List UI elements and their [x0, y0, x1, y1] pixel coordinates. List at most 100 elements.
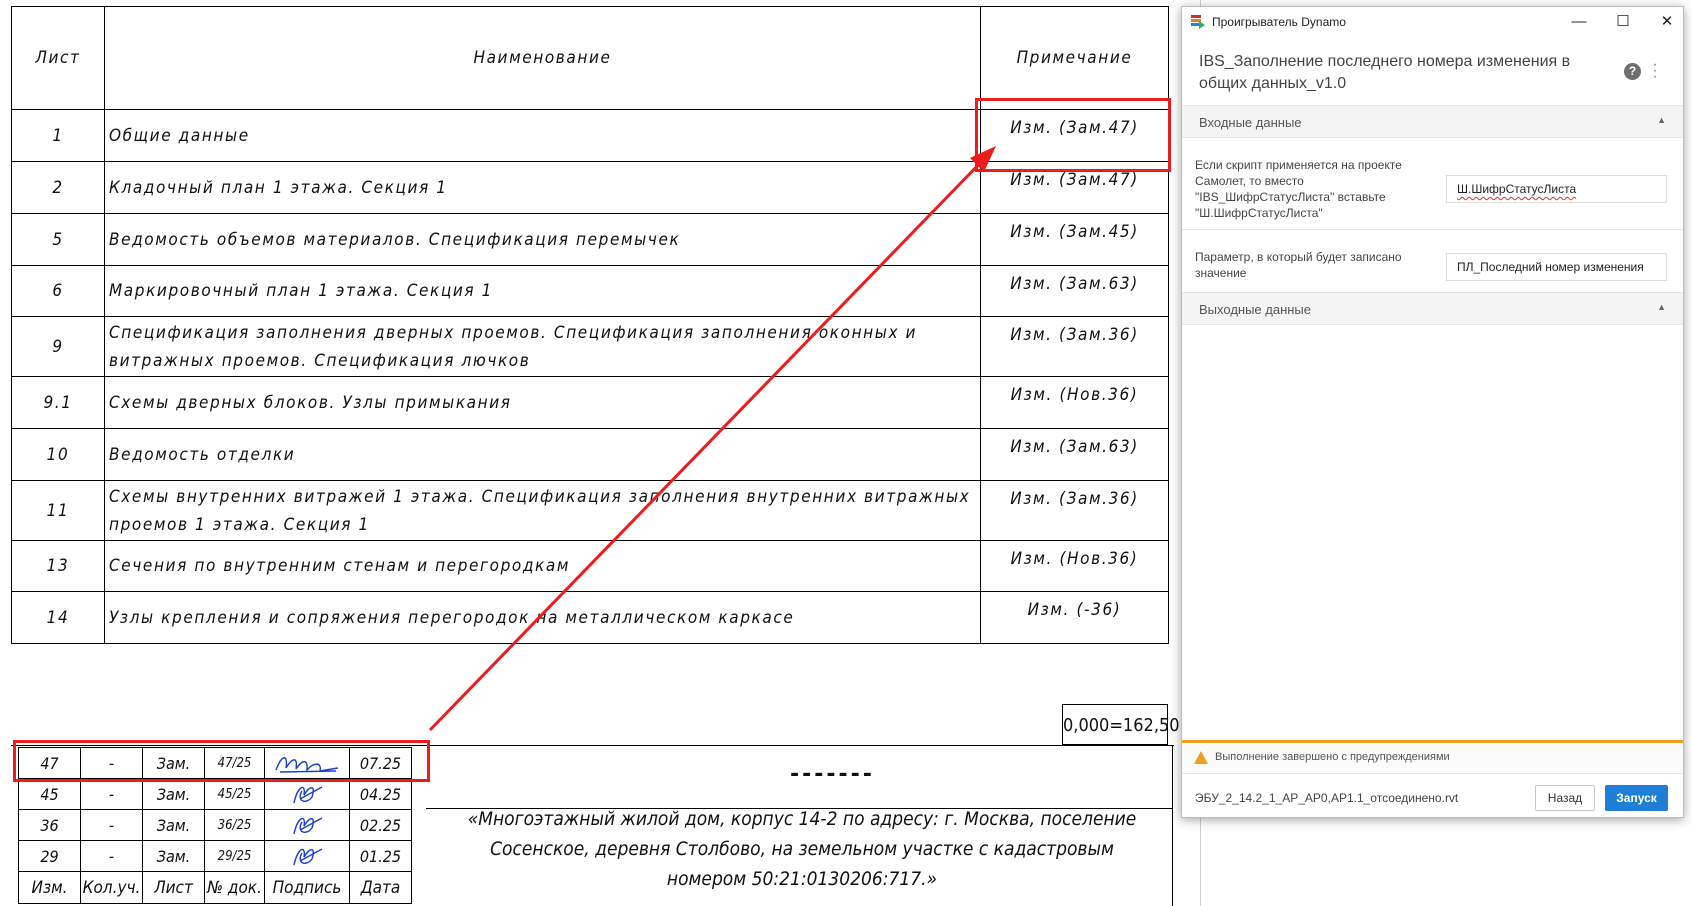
revision-header-list: Лист: [142, 871, 205, 904]
run-button[interactable]: Запуск: [1605, 785, 1668, 811]
revision-header-kol: Кол.уч.: [80, 871, 143, 904]
revision-row: 29 - Зам. 29/25 01.25: [18, 840, 412, 872]
sheet-note: Изм. (Зам.63): [980, 428, 1169, 481]
maximize-icon[interactable]: ☐: [1601, 9, 1645, 35]
outputs-section-header[interactable]: Выходные данные ▲: [1182, 292, 1683, 325]
sheet-name: Ведомость объемов материалов. Спецификац…: [104, 213, 981, 266]
collapse-caret-icon: ▲: [1657, 115, 1666, 125]
table-row: 9.1 Схемы дверных блоков. Узлы примыкани…: [11, 376, 1169, 429]
sheet-note: Изм. (-36): [980, 591, 1169, 644]
revision-header-row: Изм. Кол.уч. Лист № док. Подпись Дата: [18, 871, 412, 904]
revision-list: Зам.: [142, 840, 205, 872]
sheet-name: Ведомость отделки: [104, 428, 981, 481]
sheet-number: 5: [11, 213, 105, 266]
sheet-name: Спецификация заполнения дверных проемов.…: [104, 316, 981, 377]
player-footer: ЭБУ_2_14.2_1_АР_АР0,АР1.1_отсоединено.rv…: [1182, 773, 1683, 818]
inputs-section-header[interactable]: Входные данные ▲: [1182, 105, 1683, 138]
revision-header-sign: Подпись: [264, 871, 350, 904]
sheet-name: Схемы дверных блоков. Узлы примыкания: [104, 376, 981, 429]
title-dashes: -------: [790, 762, 875, 787]
param-input[interactable]: Ш.ШифрСтатусЛиста: [1446, 175, 1667, 203]
revision-signature: [264, 809, 350, 841]
revision-header-izm: Изм.: [18, 871, 81, 904]
sheet-number: 10: [11, 428, 105, 481]
param-label: Если скрипт применяется на проекте Самол…: [1195, 158, 1402, 220]
sheet-name: Сечения по внутренним стенам и перегород…: [104, 540, 981, 592]
table-row: 2 Кладочный план 1 этажа. Секция 1 Изм. …: [11, 161, 1169, 214]
revision-doc: 29/25: [204, 840, 265, 872]
revision-date: 07.25: [349, 747, 412, 779]
sheet-number: 6: [11, 265, 105, 317]
revision-date: 02.25: [349, 809, 412, 841]
sheet-number: 14: [11, 591, 105, 644]
revision-izm: 29: [18, 840, 81, 872]
drawing-canvas: Лист Наименование Примечание 1 Общие дан…: [0, 0, 1200, 906]
sheet-name: Кладочный план 1 этажа. Секция 1: [104, 161, 981, 214]
revision-doc: 36/25: [204, 809, 265, 841]
revision-signature: [264, 778, 350, 810]
param-separator: [1182, 229, 1683, 230]
file-name: ЭБУ_2_14.2_1_АР_АР0,АР1.1_отсоединено.rv…: [1195, 791, 1459, 805]
titlebar: Проигрыватель Dynamo — ☐ ✕: [1182, 7, 1683, 37]
signature-image: [293, 786, 323, 804]
sheet-note: Изм. (Нов.36): [980, 376, 1169, 429]
revision-list: Зам.: [142, 747, 205, 779]
kebab-menu-icon[interactable]: · · ·: [1652, 57, 1658, 85]
table-row: 1 Общие данные Изм. (Зам.47): [11, 109, 1169, 162]
revision-header-date: Дата: [349, 871, 412, 904]
minimize-icon[interactable]: —: [1557, 9, 1601, 35]
header-note: Примечание: [980, 6, 1169, 110]
sheet-note: Изм. (Зам.63): [980, 265, 1169, 317]
scale-label: 0,000=162,50: [1062, 704, 1180, 745]
sheet-note: Изм. (Зам.36): [980, 480, 1169, 541]
revision-izm: 36: [18, 809, 81, 841]
param-input[interactable]: ПЛ_Последний номер изменения: [1446, 253, 1667, 281]
sheet-number: 2: [11, 161, 105, 214]
sheet-number: 9: [11, 316, 105, 377]
table-row: 5 Ведомость объемов материалов. Специфик…: [11, 213, 1169, 266]
revision-kol: -: [80, 809, 143, 841]
table-row: 6 Маркировочный план 1 этажа. Секция 1 И…: [11, 265, 1169, 317]
revision-row: 36 - Зам. 36/25 02.25: [18, 809, 412, 841]
revision-doc: 45/25: [204, 778, 265, 810]
sheet-number: 1: [11, 109, 105, 162]
script-title: IBS_Заполнение последнего номера изменен…: [1199, 53, 1571, 92]
revision-signature: [264, 840, 350, 872]
revision-kol: -: [80, 840, 143, 872]
header-name: Наименование: [104, 6, 981, 110]
collapse-caret-icon: ▲: [1657, 302, 1666, 312]
sheet-list-table: Лист Наименование Примечание 1 Общие дан…: [11, 6, 1169, 644]
revision-kol: -: [80, 747, 143, 779]
table-row: 14 Узлы крепления и сопряжения перегород…: [11, 591, 1169, 644]
sheet-note: Изм. (Зам.47): [980, 109, 1169, 162]
sheet-list-header: Лист Наименование Примечание: [11, 6, 1169, 110]
dynamo-player-window: Проигрыватель Dynamo — ☐ ✕ IBS_Заполнени…: [1181, 6, 1684, 818]
revision-table: 47 - Зам. 47/25 07.25 45 - Зам. 45/25 04…: [18, 747, 412, 904]
table-row: 13 Сечения по внутренним стенам и перего…: [11, 540, 1169, 592]
revision-date: 01.25: [349, 840, 412, 872]
revision-header-doc: № док.: [204, 871, 265, 904]
window-title: Проигрыватель Dynamo: [1212, 15, 1346, 29]
revision-signature: [264, 747, 350, 779]
table-row: 10 Ведомость отделки Изм. (Зам.63): [11, 428, 1169, 481]
signature-image: [275, 757, 339, 773]
dynamo-app-icon: [1191, 15, 1205, 29]
revision-izm: 45: [18, 778, 81, 810]
revision-doc: 47/25: [204, 747, 265, 779]
sheet-note: Изм. (Зам.47): [980, 161, 1169, 214]
sheet-number: 13: [11, 540, 105, 592]
revision-list: Зам.: [142, 809, 205, 841]
outputs-section-label: Выходные данные: [1199, 302, 1312, 317]
signature-image: [293, 848, 323, 866]
revision-date: 04.25: [349, 778, 412, 810]
close-icon[interactable]: ✕: [1645, 9, 1689, 35]
sheet-name: Узлы крепления и сопряжения перегородок …: [104, 591, 981, 644]
title-block-right-rule: [1172, 745, 1173, 906]
sheet-number: 11: [11, 480, 105, 541]
sheet-name: Схемы внутренних витражей 1 этажа. Специ…: [104, 480, 981, 541]
revision-row: 47 - Зам. 47/25 07.25: [18, 747, 412, 779]
sheet-note: Изм. (Зам.45): [980, 213, 1169, 266]
help-icon[interactable]: ?: [1624, 63, 1641, 80]
back-button[interactable]: Назад: [1535, 785, 1595, 811]
status-text: Выполнение завершено с предупреждениями: [1215, 751, 1450, 763]
